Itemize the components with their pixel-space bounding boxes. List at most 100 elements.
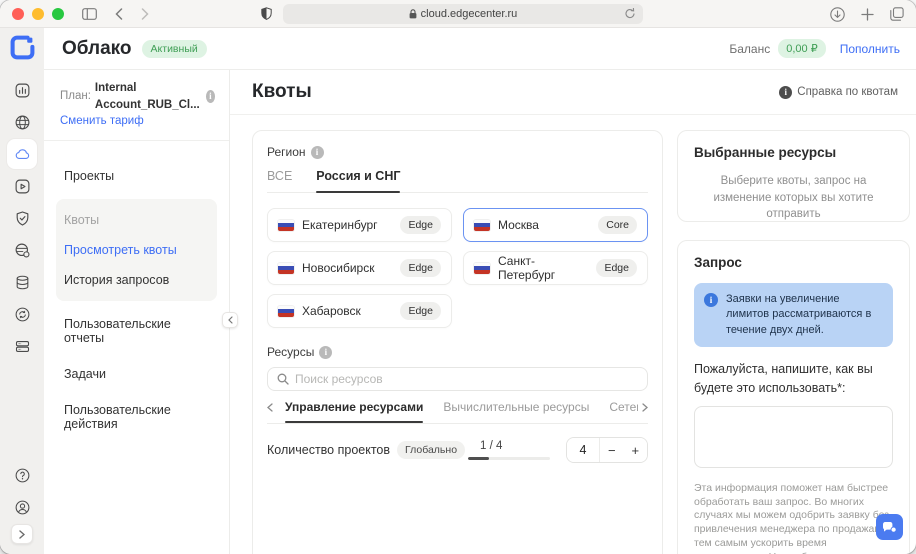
forward-icon[interactable] [141,8,149,20]
tabs-scroll-left-icon[interactable] [267,403,277,420]
decrement-button[interactable]: − [600,438,624,462]
tab-overview-icon[interactable] [890,7,904,21]
sidebar-item-request-history[interactable]: История запросов [56,265,217,295]
resources-info-icon[interactable]: i [319,346,332,359]
account-icon[interactable] [7,492,37,522]
minimize-window-button[interactable] [32,8,44,20]
streaming-icon[interactable] [7,171,37,201]
quota-stepper: − + [566,437,648,463]
region-tabs: ВСЕ Россия и СНГ [267,169,648,193]
downloads-icon[interactable] [830,7,845,22]
region-type-badge: Edge [400,259,441,277]
traffic-lights [12,8,64,20]
tabs-scroll-right-icon[interactable] [638,403,648,420]
globe-icon[interactable] [7,107,37,137]
quota-progress: 1 / 4 [468,440,550,460]
quota-progress-track [468,457,550,460]
request-helper-text: Эта информация поможет нам быстрее обраб… [694,482,893,554]
url-text: cloud.edgecenter.ru [421,8,518,20]
region-label-text: Регион [267,145,306,159]
russia-flag-icon [278,263,294,274]
reload-icon[interactable] [624,7,636,20]
region-section-label: Регион i [267,145,648,159]
quota-value-input[interactable] [567,438,599,462]
address-bar[interactable]: cloud.edgecenter.ru [283,4,643,24]
balance-label: Баланс [729,42,770,56]
lock-icon [409,9,417,19]
region-card-moscow[interactable]: Москва Core [463,208,648,242]
russia-flag-icon [474,220,490,231]
region-name: Хабаровск [302,304,361,318]
request-card: Запрос i Заявки на увеличение лимитов ра… [677,240,910,554]
chat-bubbles-icon [882,521,897,534]
search-input[interactable] [295,372,638,386]
quotas-nav-group: Квоты Просмотреть квоты История запросов [56,199,217,301]
balance-value: 0,00 ₽ [778,39,825,58]
sidebar-item-tasks[interactable]: Задачи [56,359,217,389]
help-icon[interactable] [7,460,37,490]
topup-link[interactable]: Пополнить [840,42,900,56]
plan-block: План: Internal Account_RUB_Cl... i Смени… [44,70,229,141]
tab-all-regions[interactable]: ВСЕ [267,169,292,192]
request-title: Запрос [694,255,893,270]
security-shield-icon[interactable] [7,203,37,233]
usage-textarea[interactable] [694,406,893,468]
region-card-khabarovsk[interactable]: Хабаровск Edge [267,294,452,328]
cdn-globe-icon[interactable] [7,235,37,265]
tab-network-services[interactable]: Сетевые сервисы [609,400,638,423]
selected-resources-hint: Выберите квоты, запрос на изменение кото… [694,173,893,223]
analytics-icon[interactable] [7,75,37,105]
edgecenter-logo[interactable] [9,34,36,61]
region-type-badge: Edge [596,259,637,277]
cloud-icon[interactable] [7,139,37,169]
region-grid: Екатеринбург Edge Москва Core Новосибирс… [267,208,648,328]
sidebar-item-view-quotas[interactable]: Просмотреть квоты [56,235,217,265]
region-name: Новосибирск [302,261,374,275]
sidebar-item-user-actions[interactable]: Пользовательские действия [56,395,217,439]
privacy-shield-icon[interactable] [261,7,272,20]
resources-section-label: Ресурсы i [267,345,648,359]
quota-row-project-count: Количество проектов Глобально 1 / 4 − + [267,437,648,463]
back-icon[interactable] [115,8,123,20]
sidebar-item-quotas[interactable]: Квоты [56,205,217,235]
russia-flag-icon [474,263,490,274]
quota-scope-badge: Глобально [397,441,465,459]
alert-info-icon: i [704,293,718,307]
status-badge: Активный [142,40,207,58]
change-plan-link[interactable]: Сменить тариф [60,115,144,127]
icon-rail [0,28,44,554]
resource-tabs: Управление ресурсами Вычислительные ресу… [285,400,638,423]
tab-russia-cis[interactable]: Россия и СНГ [316,169,400,192]
sidebar: План: Internal Account_RUB_Cl... i Смени… [44,70,230,554]
database-icon[interactable] [7,267,37,297]
increment-button[interactable]: + [624,438,648,462]
resource-search [267,367,648,391]
servers-icon[interactable] [7,331,37,361]
selected-resources-title: Выбранные ресурсы [694,145,893,160]
expand-rail-button[interactable] [11,524,33,544]
zoom-window-button[interactable] [52,8,64,20]
collapse-sidebar-button[interactable] [222,312,238,328]
quota-progress-fill [468,457,489,460]
region-card-saint-petersburg[interactable]: Санкт-Петербург Edge [463,251,648,285]
usage-question-label: Пожалуйста, напишите, как вы будете это … [694,360,893,398]
region-info-icon[interactable]: i [311,146,324,159]
alert-text: Заявки на увеличение лимитов рассматрива… [726,292,883,338]
tab-compute-resources[interactable]: Вычислительные ресурсы [443,400,589,423]
sidebar-item-projects[interactable]: Проекты [56,161,217,191]
region-name: Екатеринбург [302,218,378,232]
browser-toolbar: cloud.edgecenter.ru [0,0,916,28]
sidebar-item-reports[interactable]: Пользовательские отчеты [56,309,217,353]
region-card-ekaterinburg[interactable]: Екатеринбург Edge [267,208,452,242]
quotas-help-link[interactable]: i Справка по квотам [779,86,898,99]
plan-info-icon[interactable]: i [206,90,215,103]
sync-icon[interactable] [7,299,37,329]
region-card-novosibirsk[interactable]: Новосибирск Edge [267,251,452,285]
new-tab-icon[interactable] [861,8,874,21]
selected-resources-card: Выбранные ресурсы Выберите квоты, запрос… [677,130,910,222]
tab-resource-management[interactable]: Управление ресурсами [285,400,423,423]
search-icon [277,373,289,385]
sidebar-toggle-icon[interactable] [82,8,97,20]
close-window-button[interactable] [12,8,24,20]
chat-widget-button[interactable] [876,514,903,540]
